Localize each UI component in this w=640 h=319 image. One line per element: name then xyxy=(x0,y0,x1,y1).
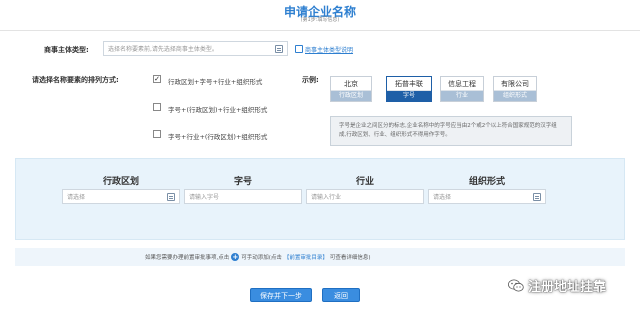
order-option-3-label: 字号+行业+(行政区划)+组织形式 xyxy=(168,133,268,141)
example-card-form-tag: 组织形式 xyxy=(494,91,536,101)
order-option-2-label: 字号+(行政区划)+行业+组织形式 xyxy=(168,106,268,114)
order-option-1-label: 行政区划+字号+行业+组织形式 xyxy=(168,78,263,86)
column-header-brand: 字号 xyxy=(233,177,252,187)
order-option-2-checkbox[interactable] xyxy=(153,103,161,111)
industry-placeholder: 请输入行业 xyxy=(311,194,342,201)
brand-placeholder: 请输入字号 xyxy=(189,194,220,201)
example-card-region-value: 北京 xyxy=(331,77,371,91)
select-list-icon xyxy=(167,192,175,201)
select-list-icon xyxy=(533,192,541,201)
industry-input[interactable]: 请输入行业 xyxy=(306,189,424,204)
brand-input[interactable]: 请输入字号 xyxy=(184,189,302,204)
entity-type-label: 商事主体类型: xyxy=(44,46,89,54)
hint-suffix: 可查看详细信息) xyxy=(329,255,371,261)
watermark: 注册地址挂靠 xyxy=(508,276,606,295)
org-form-select[interactable]: 请选择 xyxy=(428,189,546,204)
example-card-brand-tag: 字号 xyxy=(387,91,431,101)
example-card-industry-tag: 行业 xyxy=(441,91,483,101)
wechat-icon xyxy=(508,279,524,292)
add-plus-icon[interactable]: + xyxy=(231,253,240,261)
save-next-button[interactable]: 保存并下一步 xyxy=(250,288,312,302)
region-placeholder: 请选择 xyxy=(67,194,86,201)
back-button[interactable]: 返回 xyxy=(322,288,360,302)
column-header-region: 行政区划 xyxy=(102,177,139,187)
column-header-industry: 行业 xyxy=(355,177,374,187)
page-subtitle: (第1步:填写信息) xyxy=(300,17,340,23)
select-list-icon xyxy=(275,44,283,53)
example-card-industry: 信息工程 行业 xyxy=(440,76,484,102)
org-form-placeholder: 请选择 xyxy=(433,194,452,201)
order-option-3-checkbox[interactable] xyxy=(153,130,161,138)
entity-type-placeholder: 选择名称要素前,请先选择商事主体类型。 xyxy=(108,46,218,53)
example-card-region: 北京 行政区划 xyxy=(330,76,372,102)
prereq-hint: 如果您需要办理前置审批事项,点击 + 可手动添加(点击 【前置审批目录】 可查看… xyxy=(145,253,371,261)
hint-mid: 可手动添加(点击 xyxy=(241,255,282,261)
example-note: 字号是企业之间区分的标志,企业名称中的字号应当由2个或2个以上符合国家规范的汉字… xyxy=(330,116,572,146)
entity-type-select[interactable]: 选择名称要素前,请先选择商事主体类型。 xyxy=(103,41,288,56)
help-doc-icon[interactable] xyxy=(295,45,303,53)
prereq-catalog-link[interactable]: 【前置审批目录】 xyxy=(284,253,328,261)
example-label: 示例: xyxy=(302,76,319,84)
example-card-form-value: 有限公司 xyxy=(494,77,536,91)
column-header-org-form: 组织形式 xyxy=(468,177,505,187)
example-card-form: 有限公司 组织形式 xyxy=(493,76,537,102)
order-label: 请选择名称要素的排列方式: xyxy=(32,76,119,84)
watermark-text: 注册地址挂靠 xyxy=(528,280,607,295)
example-card-brand: 拓普丰联 字号 xyxy=(386,76,432,102)
example-card-industry-value: 信息工程 xyxy=(441,77,483,91)
example-card-brand-value: 拓普丰联 xyxy=(387,77,431,91)
hint-prefix: 如果您需要办理前置审批事项,点击 xyxy=(145,255,230,261)
example-card-region-tag: 行政区划 xyxy=(331,91,371,101)
title-divider xyxy=(0,30,640,31)
order-option-1-checkbox[interactable]: ✓ xyxy=(153,75,161,83)
entity-type-help-link[interactable]: 商事主体类型说明 xyxy=(305,45,353,54)
region-select[interactable]: 请选择 xyxy=(62,189,180,204)
